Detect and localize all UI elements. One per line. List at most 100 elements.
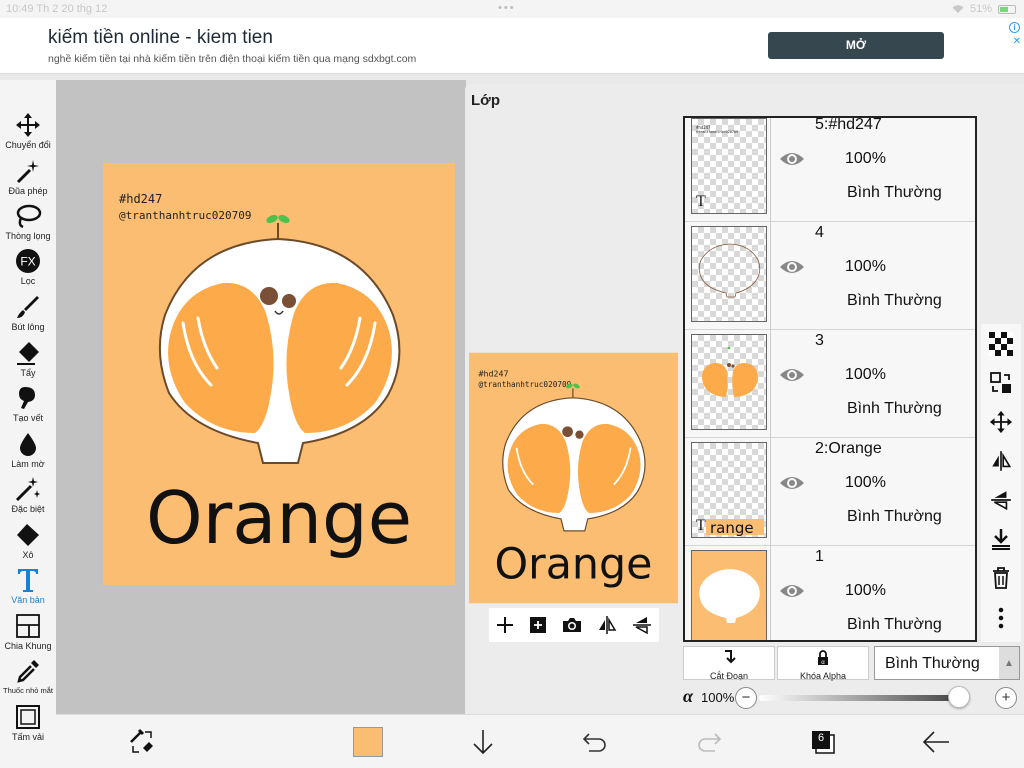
more-options-button[interactable] bbox=[987, 604, 1015, 632]
ad-title[interactable]: kiếm tiền online - kiem tien bbox=[48, 27, 273, 49]
flip-horizontal-icon bbox=[992, 451, 1012, 471]
layer-thumbnail[interactable] bbox=[691, 226, 767, 322]
layer-row[interactable]: #hd247 @tranthanhtruc020709 T 5:#hd247 10… bbox=[685, 118, 975, 222]
visibility-eye-icon[interactable] bbox=[779, 366, 805, 384]
tool-move[interactable]: Chuyển đổi bbox=[0, 110, 56, 150]
layer-blend-mode: Bình Thường bbox=[847, 184, 942, 201]
move-layer-button[interactable] bbox=[987, 408, 1015, 436]
bottom-toolbar: 6 bbox=[56, 714, 1024, 768]
duplicate-layer-icon[interactable] bbox=[528, 615, 548, 635]
layer-actions-bar bbox=[489, 608, 659, 642]
canvas-area[interactable]: #hd247 @tranthanhtruc020709 Orange bbox=[56, 80, 466, 714]
battery-percent: 51% bbox=[969, 3, 992, 15]
merge-down-button[interactable] bbox=[987, 525, 1015, 553]
tool-canvas[interactable]: Tấm vải bbox=[0, 702, 56, 742]
tool-special[interactable]: Đặc biệt bbox=[0, 474, 56, 514]
opacity-slider-handle[interactable] bbox=[948, 686, 970, 708]
magic-wand-icon bbox=[16, 160, 39, 184]
tool-label: Thuốc nhỏ mắt bbox=[2, 686, 54, 695]
visibility-eye-icon[interactable] bbox=[779, 258, 805, 276]
opacity-slider[interactable] bbox=[759, 695, 959, 701]
layer-name: 1 bbox=[815, 548, 824, 565]
clipping-button[interactable]: Cắt Đoạn bbox=[683, 646, 775, 681]
blend-mode-value: Bình Thường bbox=[885, 655, 980, 672]
tool-label: Đặc biệt bbox=[11, 504, 45, 514]
layer-row[interactable]: 3 100% Bình Thường bbox=[685, 330, 975, 438]
opacity-increase-button[interactable]: + bbox=[995, 687, 1017, 709]
tool-text[interactable]: Văn bản bbox=[0, 565, 56, 605]
tool-eyedropper[interactable]: Thuốc nhỏ mắt bbox=[0, 656, 56, 695]
layer-row[interactable]: 4 100% Bình Thường bbox=[685, 222, 975, 330]
tool-sidebar: Chuyển đổi Đũa phép Thòng lọng FX Lọc Bú… bbox=[0, 80, 56, 768]
svg-text:α: α bbox=[821, 660, 825, 666]
visibility-eye-icon[interactable] bbox=[779, 582, 805, 600]
add-layer-icon[interactable] bbox=[495, 615, 515, 635]
layers-button[interactable]: 6 bbox=[808, 727, 838, 757]
move-down-button[interactable] bbox=[468, 727, 498, 757]
tool-lasso[interactable]: Thòng lọng bbox=[0, 201, 56, 241]
layer-count: 6 bbox=[817, 732, 825, 744]
alpha-symbol-icon: α bbox=[683, 686, 693, 706]
layer-thumbnail[interactable]: #hd247 @tranthanhtruc020709 T bbox=[691, 118, 767, 214]
smudge-icon bbox=[19, 387, 35, 409]
ad-banner[interactable]: kiếm tiền online - kiem tien nghề kiếm t… bbox=[0, 18, 1024, 74]
back-button[interactable] bbox=[920, 727, 952, 757]
arrow-left-icon bbox=[922, 731, 949, 753]
layer-thumbnail[interactable]: range T bbox=[691, 442, 767, 538]
brush-icon bbox=[17, 296, 39, 318]
tool-smudge[interactable]: Tạo vết bbox=[0, 383, 56, 423]
layer-name: 2:Orange bbox=[815, 440, 882, 457]
tool-brush[interactable]: Bút lông bbox=[0, 292, 56, 332]
tool-frame-divider[interactable]: Chia Khung bbox=[0, 611, 56, 651]
layer-thumbnail[interactable] bbox=[691, 550, 767, 640]
flip-layer-vertical-button[interactable] bbox=[987, 486, 1015, 514]
move-icon bbox=[16, 113, 40, 137]
blend-mode-select[interactable]: Bình Thường ▲ bbox=[874, 646, 1020, 680]
lasso-icon bbox=[16, 204, 42, 229]
opacity-row: α 100% − + bbox=[683, 684, 1023, 712]
tool-filter[interactable]: FX Lọc bbox=[0, 246, 56, 286]
multitask-dots[interactable]: ••• bbox=[498, 2, 516, 14]
undo-button[interactable] bbox=[580, 727, 610, 757]
alpha-lock-button[interactable]: α Khóa Alpha bbox=[777, 646, 869, 681]
tool-magic-wand[interactable]: Đũa phép bbox=[0, 156, 56, 196]
ad-close-icon[interactable]: ✕ bbox=[1013, 36, 1021, 47]
brush-eraser-swap-icon bbox=[130, 728, 153, 753]
svg-text:@tranthanhtruc020709: @tranthanhtruc020709 bbox=[696, 130, 738, 134]
tool-bucket[interactable]: Xô bbox=[0, 520, 56, 560]
tool-label: Chuyển đổi bbox=[5, 140, 51, 150]
camera-icon[interactable] bbox=[561, 615, 583, 635]
tool-label: Thòng lọng bbox=[5, 231, 51, 241]
tool-label: Làm mờ bbox=[11, 459, 45, 469]
flip-vertical-icon bbox=[991, 491, 1011, 511]
quick-tool-button[interactable] bbox=[126, 727, 156, 757]
redo-button[interactable] bbox=[694, 727, 724, 757]
text-layer-icon: T bbox=[696, 193, 706, 210]
text-layer-icon: T bbox=[696, 517, 706, 534]
layer-thumbnail[interactable] bbox=[691, 334, 767, 430]
canvas-preview[interactable]: #hd247 @tranthanhtruc020709 Orange bbox=[469, 352, 678, 604]
transparency-button[interactable] bbox=[987, 330, 1015, 358]
flip-layer-horizontal-button[interactable] bbox=[987, 447, 1015, 475]
layer-name: 4 bbox=[815, 224, 824, 241]
opacity-decrease-button[interactable]: − bbox=[735, 687, 757, 709]
current-color-swatch[interactable] bbox=[353, 727, 383, 757]
ad-info-icon[interactable]: i bbox=[1009, 22, 1020, 33]
visibility-eye-icon[interactable] bbox=[779, 150, 805, 168]
reference-button[interactable] bbox=[987, 369, 1015, 397]
flip-vertical-icon[interactable] bbox=[631, 615, 653, 635]
color-button[interactable] bbox=[352, 727, 384, 757]
clipping-label: Cắt Đoạn bbox=[709, 671, 749, 681]
layer-row[interactable]: 1 100% Bình Thường bbox=[685, 546, 975, 640]
tool-eraser[interactable]: Tẩy bbox=[0, 338, 56, 378]
artwork[interactable]: #hd247 @tranthanhtruc020709 Orange bbox=[103, 163, 455, 585]
delete-layer-button[interactable] bbox=[987, 564, 1015, 592]
tool-blur[interactable]: Làm mờ bbox=[0, 429, 56, 469]
ad-open-button[interactable]: MỞ bbox=[768, 32, 944, 59]
merge-down-icon bbox=[992, 529, 1010, 550]
visibility-eye-icon[interactable] bbox=[779, 474, 805, 492]
layer-row[interactable]: range T 2:Orange 100% Bình Thường bbox=[685, 438, 975, 546]
flip-horizontal-icon[interactable] bbox=[596, 615, 618, 635]
layer-list[interactable]: #hd247 @tranthanhtruc020709 T 5:#hd247 10… bbox=[683, 116, 977, 642]
dropdown-arrow-icon[interactable]: ▲ bbox=[999, 647, 1019, 679]
